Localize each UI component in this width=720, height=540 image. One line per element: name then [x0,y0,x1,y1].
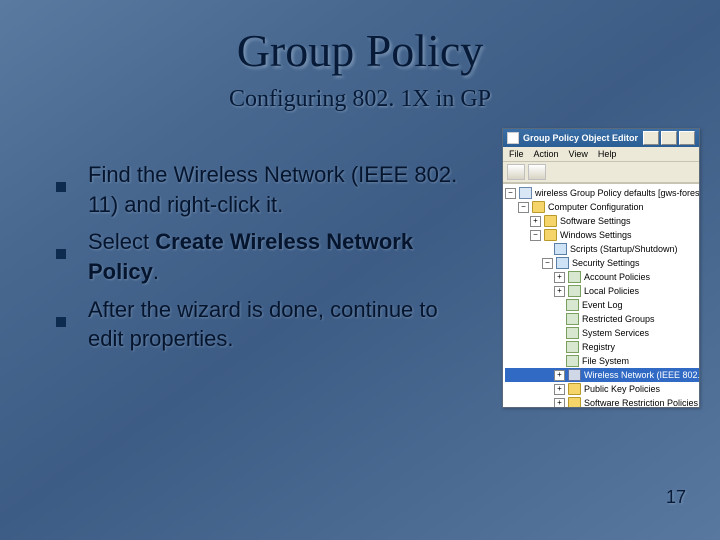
bullet-text: After the wizard is done, continue to ed… [88,295,476,354]
tree-node[interactable]: Restricted Groups [505,312,699,326]
maximize-button[interactable] [661,131,677,145]
tree-node-software-settings[interactable]: + Software Settings [505,214,699,228]
app-icon [507,132,519,144]
tree-node[interactable]: + Account Policies [505,270,699,284]
folder-icon [568,397,581,407]
close-button[interactable] [679,131,695,145]
tree-node-security-settings[interactable]: − Security Settings [505,256,699,270]
slide-title: Group Policy [0,24,720,77]
tree-node-wireless-network[interactable]: + Wireless Network (IEEE 802.11) [505,368,699,382]
tree-node-computer-configuration[interactable]: − Computer Configuration [505,200,699,214]
menubar: File Action View Help [503,147,699,162]
tree-node[interactable]: + Public Key Policies [505,382,699,396]
tree-panel: − wireless Group Policy defaults [gws-fo… [503,183,699,407]
tree-node[interactable]: + Software Restriction Policies [505,396,699,407]
toolbar-button-icon[interactable] [570,164,588,180]
policy-icon [566,355,579,367]
tree-node[interactable]: File System [505,354,699,368]
tree-node[interactable]: System Services [505,326,699,340]
slide: Group Policy Configuring 802. 1X in GP F… [0,0,720,540]
bullet-item: Find the Wireless Network (IEEE 802. 11)… [56,160,476,219]
folder-icon [544,215,557,227]
window-title: Group Policy Object Editor [523,133,638,143]
bullet-marker-icon [56,227,88,286]
menu-file[interactable]: File [509,149,524,159]
page-number: 17 [666,487,686,508]
back-button-icon[interactable] [507,164,525,180]
bullet-text: Select Create Wireless Network Policy. [88,227,476,286]
minimize-button[interactable] [643,131,659,145]
tree-node[interactable]: + Local Policies [505,284,699,298]
console-icon [519,187,532,199]
gp-editor-window: Group Policy Object Editor File Action V… [502,128,700,408]
bullet-marker-icon [56,295,88,354]
menu-help[interactable]: Help [598,149,617,159]
tree-node-windows-settings[interactable]: − Windows Settings [505,228,699,242]
bullet-item: After the wizard is done, continue to ed… [56,295,476,354]
policy-icon [566,327,579,339]
policy-icon [566,299,579,311]
policy-icon [566,313,579,325]
tree-node-scripts[interactable]: Scripts (Startup/Shutdown) [505,242,699,256]
folder-icon [532,201,545,213]
policy-icon [566,341,579,353]
up-button-icon[interactable] [549,164,567,180]
policy-icon [568,271,581,283]
window-titlebar[interactable]: Group Policy Object Editor [503,129,699,147]
wireless-icon [568,369,581,381]
slide-body: Find the Wireless Network (IEEE 802. 11)… [56,160,476,362]
folder-icon [568,383,581,395]
bullet-item: Select Create Wireless Network Policy. [56,227,476,286]
scripts-icon [554,243,567,255]
menu-view[interactable]: View [569,149,588,159]
bullet-marker-icon [56,160,88,219]
tree-root-node[interactable]: − wireless Group Policy defaults [gws-fo… [505,186,699,200]
toolbar-button-icon[interactable] [612,164,630,180]
tree-node[interactable]: Event Log [505,298,699,312]
forward-button-icon[interactable] [528,164,546,180]
slide-subtitle: Configuring 802. 1X in GP [0,86,720,113]
security-icon [556,257,569,269]
policy-icon [568,285,581,297]
toolbar-button-icon[interactable] [591,164,609,180]
folder-icon [544,229,557,241]
tree-node[interactable]: Registry [505,340,699,354]
bullet-text: Find the Wireless Network (IEEE 802. 11)… [88,160,476,219]
menu-action[interactable]: Action [534,149,559,159]
toolbar [503,162,699,183]
